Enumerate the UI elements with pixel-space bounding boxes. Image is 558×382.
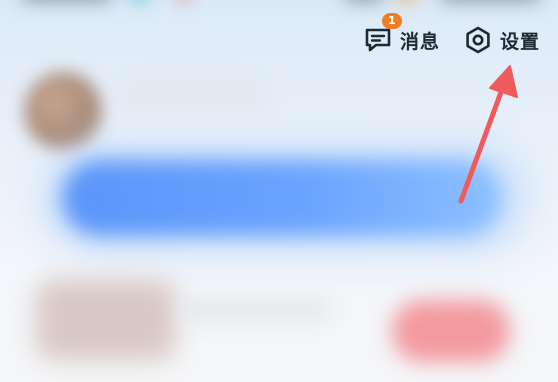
list-item-thumbnail (36, 280, 176, 360)
messages-button[interactable]: 1 消息 (362, 13, 440, 56)
settings-gear-icon (462, 24, 494, 56)
primary-button-blurred[interactable] (62, 160, 502, 236)
status-bar (0, 0, 558, 8)
header-actions: 1 消息 设置 (362, 13, 540, 56)
action-button-blurred[interactable] (392, 300, 510, 362)
messages-label: 消息 (399, 30, 440, 53)
settings-button[interactable]: 设置 (462, 24, 540, 56)
message-icon: 1 (362, 13, 402, 56)
settings-label: 设置 (499, 30, 540, 53)
avatar[interactable] (24, 72, 102, 150)
unread-badge: 1 (381, 13, 402, 29)
username-blurred (118, 84, 268, 106)
list-item-text-blurred (180, 300, 330, 320)
